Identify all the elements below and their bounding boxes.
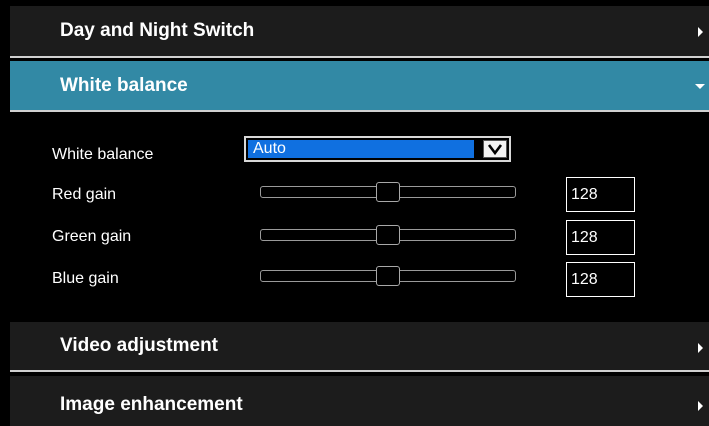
- green-gain-slider-thumb[interactable]: [376, 225, 400, 245]
- red-gain-slider[interactable]: [260, 182, 516, 202]
- chevron-right-icon: [698, 401, 703, 411]
- section-title: Day and Night Switch: [60, 20, 255, 41]
- red-gain-label: Red gain: [52, 186, 117, 203]
- checkbox-down-arrow-icon[interactable]: [483, 140, 507, 158]
- blue-gain-value[interactable]: 128: [566, 262, 635, 297]
- blue-gain-slider[interactable]: [260, 266, 516, 286]
- green-gain-label: Green gain: [52, 228, 132, 245]
- section-title: Video adjustment: [60, 335, 219, 356]
- chevron-down-icon: [695, 84, 705, 89]
- green-gain-slider[interactable]: [260, 225, 516, 245]
- white-balance-mode-value: Auto: [248, 140, 474, 158]
- green-gain-value[interactable]: 128: [566, 220, 635, 255]
- chevron-right-icon: [698, 27, 703, 37]
- red-gain-value[interactable]: 128: [566, 177, 635, 212]
- section-header-video-adjustment[interactable]: Video adjustment: [10, 322, 709, 372]
- red-gain-slider-thumb[interactable]: [376, 182, 400, 202]
- white-balance-panel: White balance Auto Red gain 128 Green ga…: [10, 114, 709, 320]
- section-title: White balance: [60, 75, 188, 96]
- chevron-right-icon: [698, 343, 703, 353]
- section-header-white-balance[interactable]: White balance: [10, 61, 709, 112]
- section-header-day-night[interactable]: Day and Night Switch: [10, 6, 709, 58]
- section-title: Image enhancement: [60, 394, 243, 415]
- white-balance-mode-label: White balance: [52, 146, 154, 163]
- blue-gain-label: Blue gain: [52, 270, 119, 287]
- blue-gain-slider-thumb[interactable]: [376, 266, 400, 286]
- settings-page: Day and Night Switch White balance White…: [0, 0, 709, 426]
- section-header-image-enhancement[interactable]: Image enhancement: [10, 376, 709, 426]
- white-balance-mode-select[interactable]: Auto: [244, 136, 511, 162]
